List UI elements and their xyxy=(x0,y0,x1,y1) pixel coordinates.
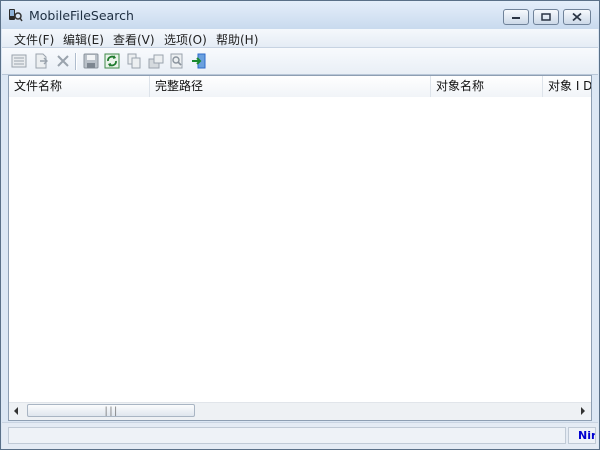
properties-icon xyxy=(11,54,27,68)
title-bar[interactable]: MobileFileSearch xyxy=(1,1,599,29)
exit-icon xyxy=(192,53,206,69)
menu-file[interactable]: 文件(F) xyxy=(14,31,54,48)
status-pane-main xyxy=(8,427,566,444)
close-button[interactable] xyxy=(563,9,591,25)
nirsoft-link[interactable]: NirSoft xyxy=(578,429,595,442)
menu-help[interactable]: 帮助(H) xyxy=(216,31,258,48)
export-button[interactable] xyxy=(32,52,50,70)
column-header-file-name[interactable]: 文件名称 xyxy=(9,76,150,97)
status-bar: NirSoft xyxy=(2,422,598,449)
copy-button[interactable] xyxy=(125,52,143,70)
find-icon xyxy=(170,53,183,69)
scroll-right-button[interactable] xyxy=(575,403,591,419)
column-header-full-path[interactable]: 完整路径 xyxy=(150,76,431,97)
arrow-right-icon xyxy=(581,407,585,415)
exit-button[interactable] xyxy=(190,52,208,70)
app-window: MobileFileSearch 文件(F) 编辑(E) 查看(V) 选项(O)… xyxy=(0,0,600,450)
app-icon xyxy=(7,7,23,23)
file-list[interactable]: 文件名称 完整路径 对象名称 对象 I D │││ xyxy=(8,75,592,421)
delete-button[interactable] xyxy=(54,52,72,70)
close-icon xyxy=(572,12,582,22)
refresh-button[interactable] xyxy=(103,52,121,70)
properties-button[interactable] xyxy=(10,52,28,70)
refresh-icon xyxy=(104,53,120,69)
list-header: 文件名称 完整路径 对象名称 对象 I D xyxy=(9,76,591,98)
copy-icon xyxy=(127,53,141,69)
horizontal-scrollbar[interactable]: │││ xyxy=(9,402,591,420)
column-header-object-name[interactable]: 对象名称 xyxy=(431,76,543,97)
grip-icon: │││ xyxy=(103,407,119,416)
save-icon xyxy=(83,53,99,69)
export-icon xyxy=(35,53,48,69)
column-header-object-id[interactable]: 对象 I D xyxy=(543,76,591,97)
toolbar-separator xyxy=(75,53,77,70)
status-pane-link: NirSoft xyxy=(568,427,596,444)
minimize-icon xyxy=(512,17,520,19)
list-body[interactable] xyxy=(9,97,591,403)
arrow-left-icon xyxy=(14,407,18,415)
menu-options[interactable]: 选项(O) xyxy=(164,31,207,48)
folder-options-icon xyxy=(148,54,164,69)
menu-edit[interactable]: 编辑(E) xyxy=(63,31,104,48)
delete-icon xyxy=(57,55,69,67)
save-button[interactable] xyxy=(82,52,100,70)
menu-bar: 文件(F) 编辑(E) 查看(V) 选项(O) 帮助(H) xyxy=(2,29,598,48)
maximize-icon xyxy=(541,13,551,21)
find-button[interactable] xyxy=(168,52,186,70)
scroll-left-button[interactable] xyxy=(9,403,25,419)
scrollbar-thumb[interactable]: │││ xyxy=(27,404,195,417)
toolbar xyxy=(2,48,598,75)
minimize-button[interactable] xyxy=(503,9,529,25)
menu-view[interactable]: 查看(V) xyxy=(113,31,155,48)
window-title: MobileFileSearch xyxy=(29,8,134,23)
maximize-button[interactable] xyxy=(533,9,559,25)
folder-options-button[interactable] xyxy=(147,52,165,70)
